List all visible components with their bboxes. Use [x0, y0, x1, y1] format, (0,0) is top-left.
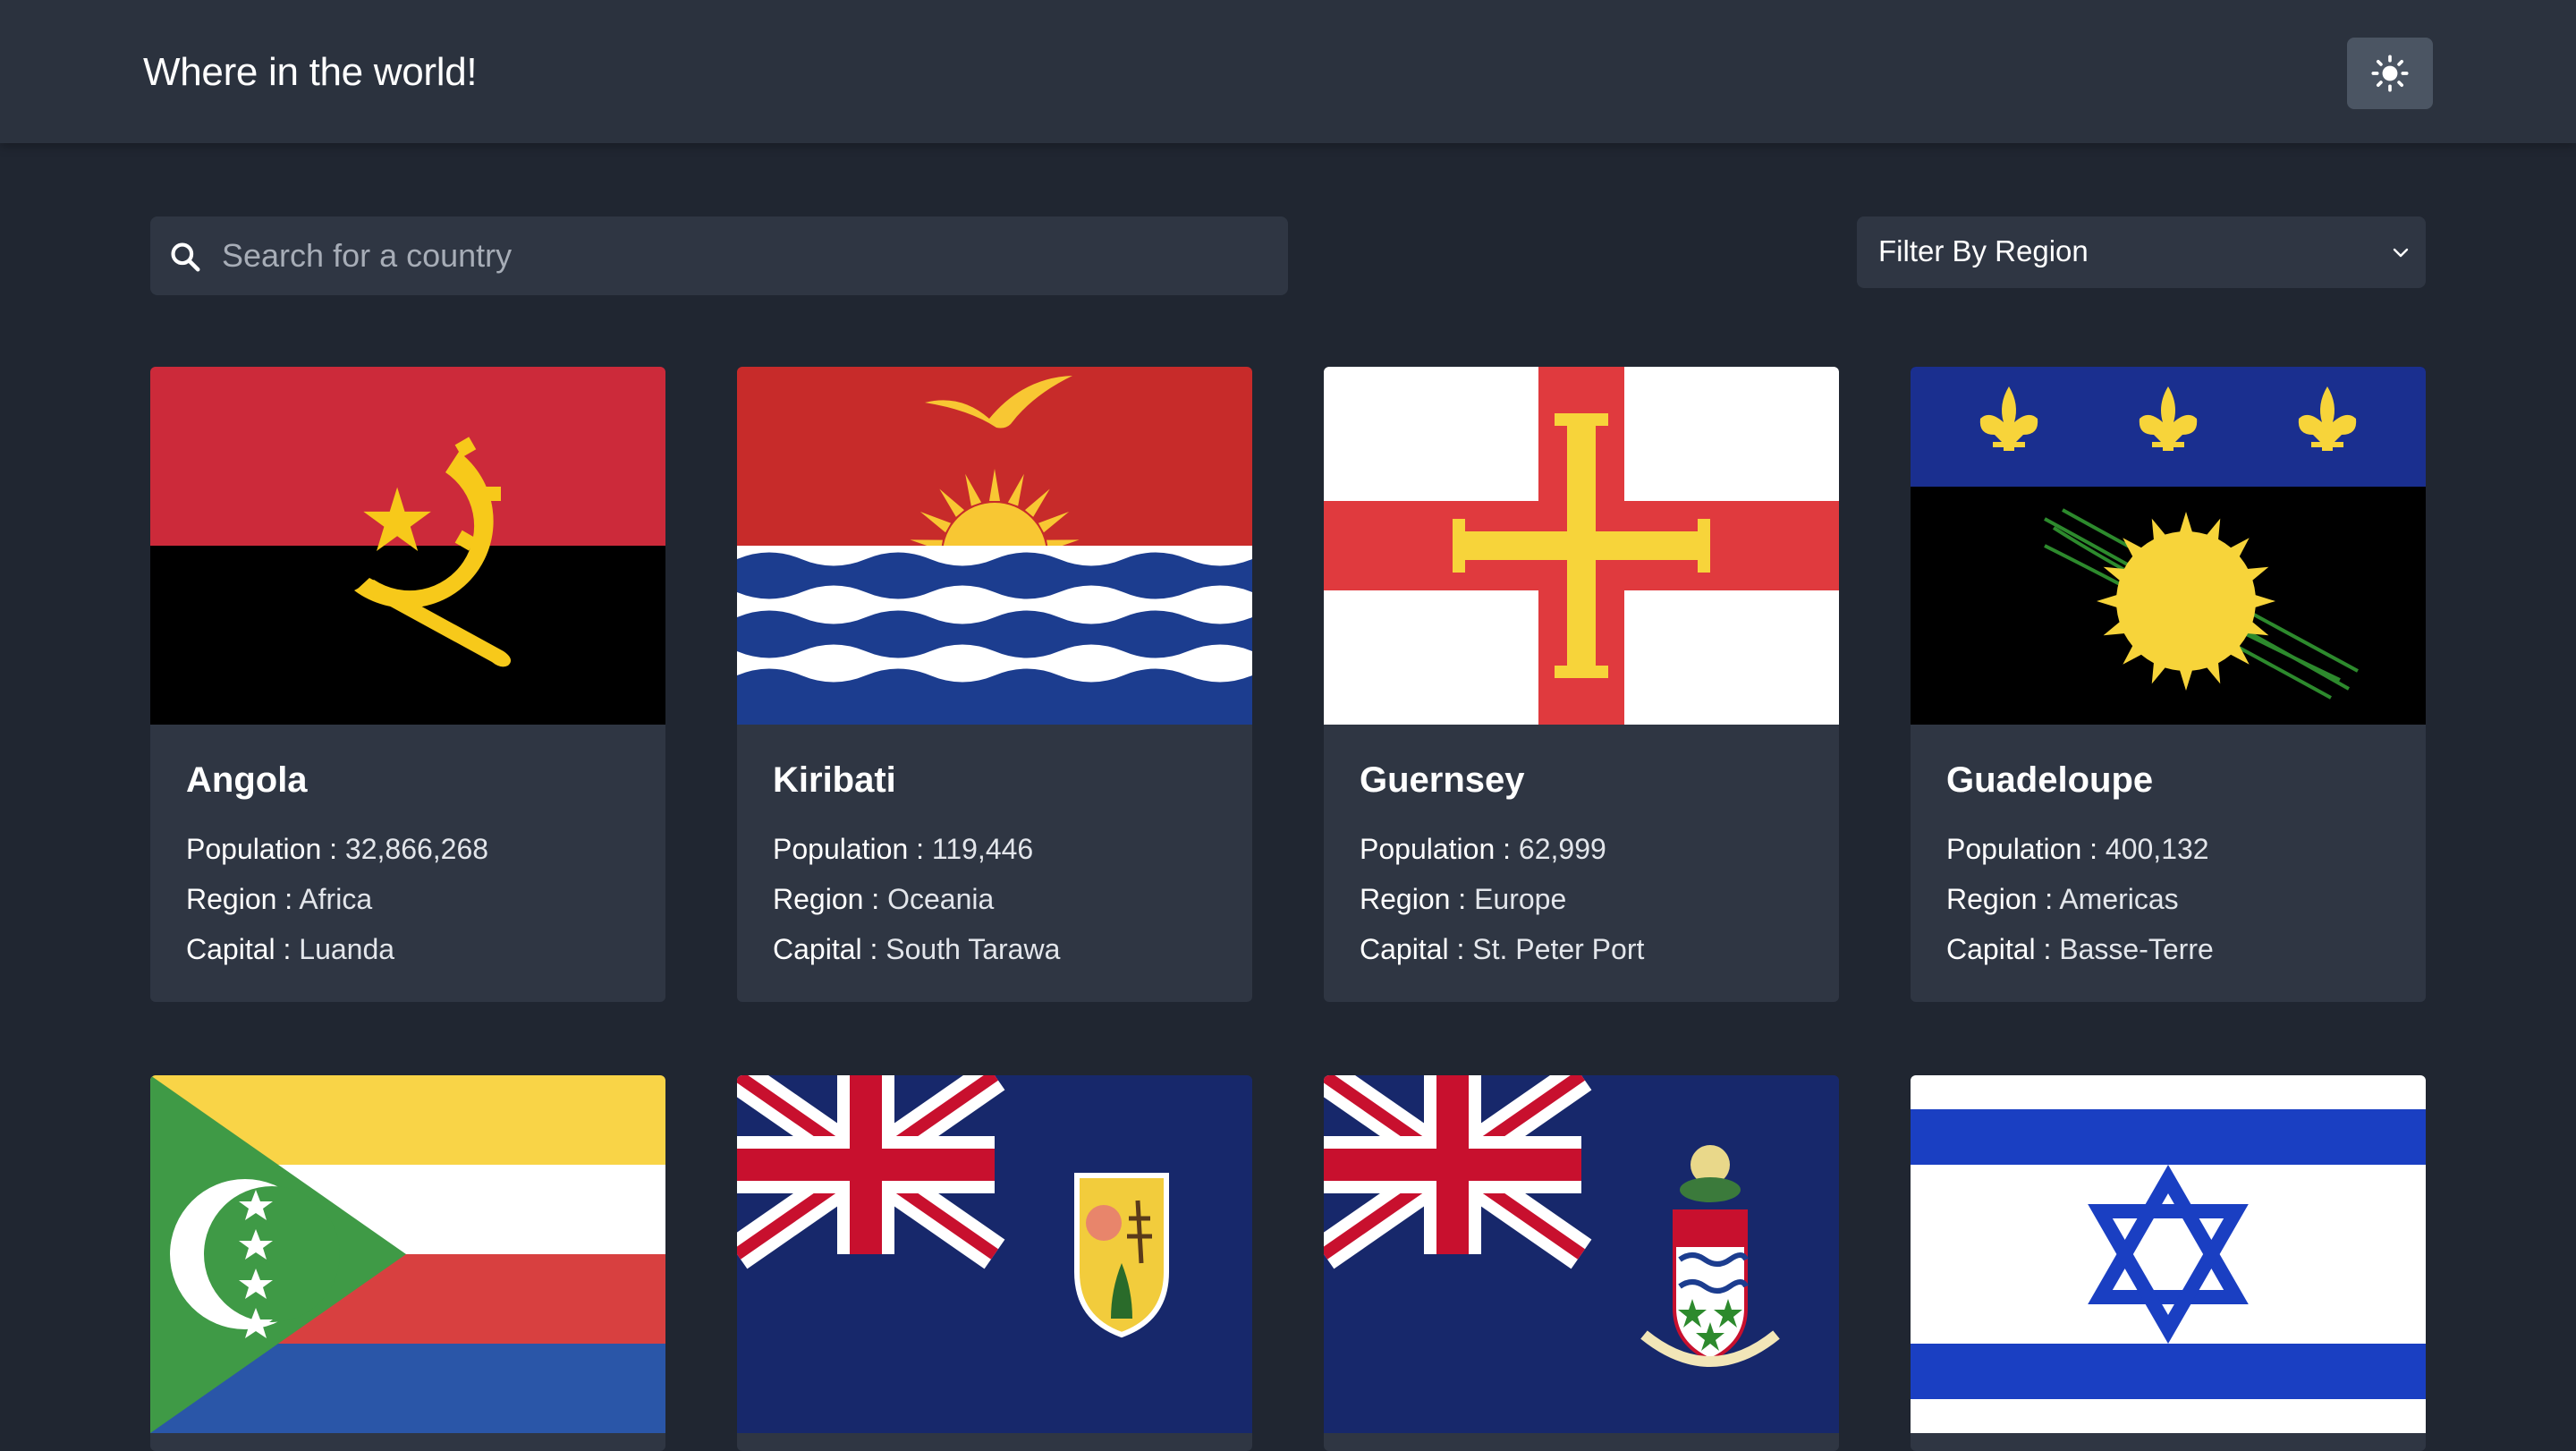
capital-stat: Capital : St. Peter Port	[1360, 933, 1645, 965]
region-filter-dropdown[interactable]: Filter By Region	[1857, 216, 2426, 288]
flag-image	[150, 367, 665, 725]
app-title: Where in the world!	[143, 50, 478, 94]
flag-image	[150, 1075, 665, 1433]
country-name: Guernsey	[1360, 760, 1525, 800]
country-card-guadeloupe[interactable]: Guadeloupe Population : 400,132 Region :…	[1911, 367, 2426, 1002]
chevron-down-icon	[2393, 248, 2409, 258]
sun-icon	[2371, 55, 2409, 92]
flag-image	[1324, 1075, 1839, 1433]
search-input[interactable]	[222, 216, 1268, 295]
region-stat: Region : Americas	[1946, 883, 2179, 915]
search-icon	[171, 242, 200, 272]
country-card-cayman-islands[interactable]	[1324, 1075, 1839, 1451]
country-card-guernsey[interactable]: Guernsey Population : 62,999 Region : Eu…	[1324, 367, 1839, 1002]
flag-image	[737, 1075, 1252, 1433]
region-stat: Region : Africa	[186, 883, 373, 915]
flag-image	[1324, 367, 1839, 725]
region-filter-label: Filter By Region	[1878, 234, 2089, 267]
country-card-israel[interactable]	[1911, 1075, 2426, 1451]
country-card-angola[interactable]: Angola Population : 32,866,268 Region : …	[150, 367, 665, 1002]
country-card-kiribati[interactable]: Kiribati Population : 119,446 Region : O…	[737, 367, 1252, 1002]
search-box	[150, 216, 1288, 295]
flag-image	[1911, 367, 2426, 725]
population-stat: Population : 32,866,268	[186, 833, 489, 865]
top-header: Where in the world!	[0, 0, 2576, 143]
capital-stat: Capital : Luanda	[186, 933, 395, 965]
population-stat: Population : 62,999	[1360, 833, 1606, 865]
country-card-turks-and-caicos[interactable]	[737, 1075, 1252, 1451]
country-name: Angola	[186, 760, 308, 800]
capital-stat: Capital : Basse-Terre	[1946, 933, 2214, 965]
flag-image	[1911, 1075, 2426, 1433]
theme-toggle-button[interactable]	[2347, 38, 2433, 109]
country-card-comoros[interactable]	[150, 1075, 665, 1451]
country-name: Guadeloupe	[1946, 760, 2154, 800]
capital-stat: Capital : South Tarawa	[773, 933, 1061, 965]
country-name: Kiribati	[773, 760, 896, 800]
population-stat: Population : 119,446	[773, 833, 1034, 865]
region-stat: Region : Oceania	[773, 883, 995, 915]
flag-image	[737, 367, 1252, 725]
region-stat: Region : Europe	[1360, 883, 1567, 915]
population-stat: Population : 400,132	[1946, 833, 2209, 865]
